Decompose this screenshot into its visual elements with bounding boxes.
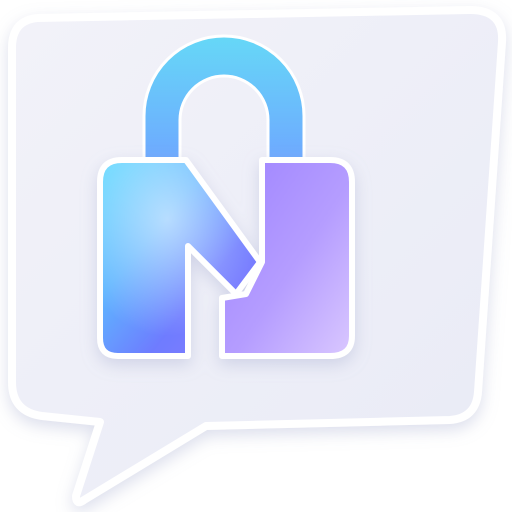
app-icon bbox=[0, 0, 512, 512]
lock-chat-logo bbox=[8, 6, 507, 507]
